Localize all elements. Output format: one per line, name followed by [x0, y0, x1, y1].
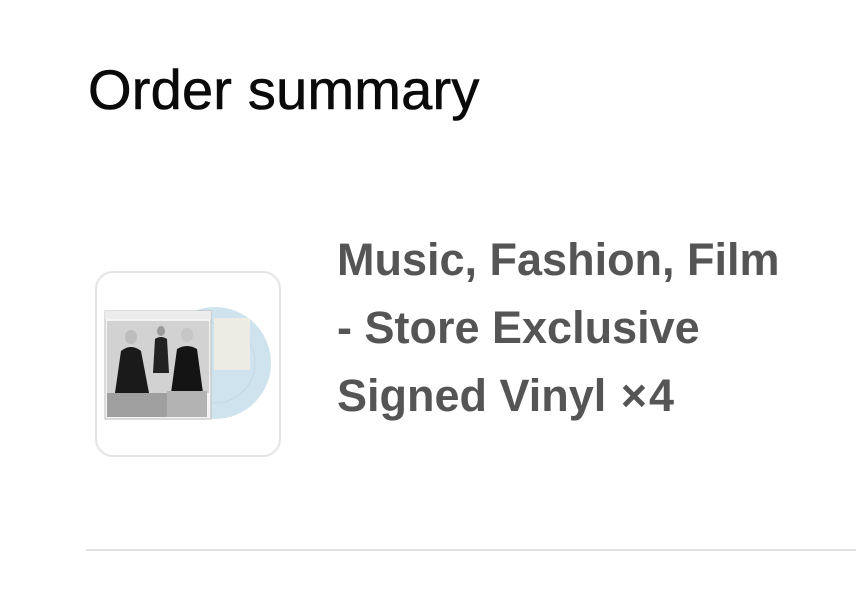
product-title-with-quantity: Music, Fashion, Film - Store Exclusive S… [337, 226, 807, 430]
figure-body-middle [153, 337, 169, 373]
vinyl-label [214, 318, 250, 370]
product-quantity: 4 [649, 370, 675, 421]
quantity-multiplier: × [620, 370, 648, 421]
vinyl-record-thumbnail-image [104, 307, 271, 420]
product-title: Music, Fashion, Film - Store Exclusive S… [337, 234, 780, 421]
album-photo-floor [107, 393, 167, 417]
album-sleeve-header [105, 311, 211, 319]
album-photo-inset [167, 391, 207, 417]
figure-head-right [181, 328, 193, 342]
order-summary-title: Order summary [88, 58, 480, 121]
product-thumbnail[interactable] [95, 271, 281, 457]
figure-head-middle [157, 326, 165, 336]
section-divider [86, 549, 856, 551]
figure-head-left [125, 330, 137, 344]
